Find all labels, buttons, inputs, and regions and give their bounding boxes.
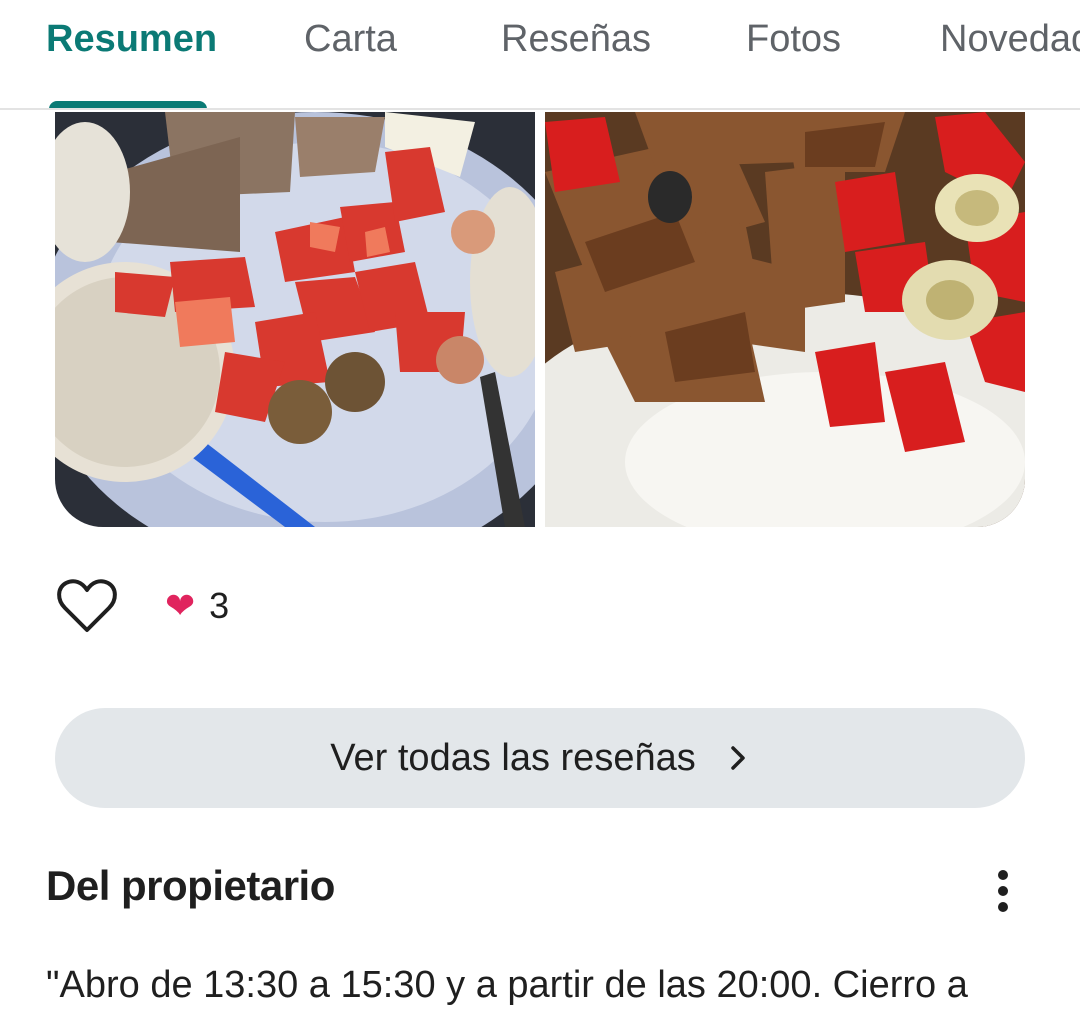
all-reviews-label: Ver todas las reseñas <box>330 736 696 779</box>
all-reviews-button[interactable]: Ver todas las reseñas <box>55 708 1025 808</box>
food-photo-tomato-salad <box>55 112 535 527</box>
tab-resenas[interactable]: Reseñas <box>501 18 651 61</box>
active-tab-indicator <box>49 101 207 108</box>
red-heart-icon: ❤ <box>165 585 196 626</box>
tab-fotos[interactable]: Fotos <box>746 18 841 61</box>
chevron-right-icon <box>730 746 745 770</box>
review-photo-1[interactable] <box>55 112 535 527</box>
tab-bar: Resumen Carta Reseñas Fotos Novedades <box>0 0 1080 110</box>
food-photo-meat-peppers <box>545 112 1025 527</box>
owner-description: "Abro de 13:30 a 15:30 y a partir de las… <box>46 964 968 1006</box>
review-photo-2[interactable] <box>545 112 1025 527</box>
heart-outline-icon[interactable] <box>55 576 119 636</box>
reaction-summary[interactable]: ❤ 3 <box>165 584 229 628</box>
reactions-row: ❤ 3 <box>55 570 455 640</box>
more-vert-icon[interactable] <box>985 866 1021 916</box>
tab-novedades[interactable]: Novedades <box>940 18 1080 61</box>
owner-section-title: Del propietario <box>46 862 335 909</box>
reaction-count: 3 <box>209 585 230 626</box>
tab-resumen[interactable]: Resumen <box>46 18 217 61</box>
tab-carta[interactable]: Carta <box>304 18 397 61</box>
